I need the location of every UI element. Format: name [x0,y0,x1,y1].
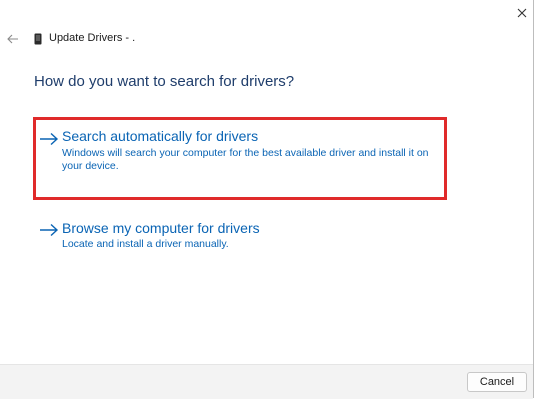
arrow-right-icon [40,223,59,237]
close-button[interactable] [510,0,534,26]
back-button[interactable] [5,31,21,47]
option-description: Locate and install a driver manually. [62,238,229,250]
title-bar: Update Drivers - . [0,28,300,54]
option-description: Windows will search your computer for th… [62,147,429,172]
window-title: Update Drivers - . [49,32,136,44]
arrow-right-icon [40,132,59,146]
search-automatically-option[interactable]: Search automatically for drivers Windows… [33,117,447,200]
dialog-footer: Cancel [0,364,533,399]
page-heading: How do you want to search for drivers? [34,73,295,90]
device-icon [34,33,42,45]
option-title: Search automatically for drivers [62,128,259,144]
back-arrow-icon [7,34,18,44]
update-drivers-dialog: Update Drivers - . How do you want to se… [0,0,534,399]
close-icon [517,8,527,18]
browse-computer-option[interactable]: Browse my computer for drivers Locate an… [33,214,447,254]
option-title: Browse my computer for drivers [62,220,260,236]
cancel-button[interactable]: Cancel [467,372,527,392]
